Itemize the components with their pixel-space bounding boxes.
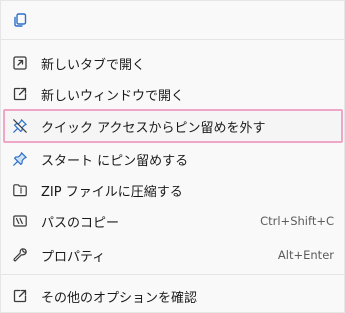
menu-item-label: クイック アクセスからピン留めを外す xyxy=(41,120,266,136)
menu-item-label: プロパティ xyxy=(41,249,106,265)
menu-item-more-options[interactable]: その他のオプションを確認 xyxy=(5,281,342,311)
menu-item-shortcut: Alt+Enter xyxy=(277,248,334,262)
menu-item-unpin-quick-access[interactable]: クイック アクセスからピン留めを外す xyxy=(3,109,343,143)
menu-item-properties[interactable]: プロパティ Alt+Enter xyxy=(5,240,342,270)
menu-item-compress-zip[interactable]: ZIP ファイルに圧縮する xyxy=(5,175,342,205)
pin-icon xyxy=(11,150,29,168)
menu-item-label: その他のオプションを確認 xyxy=(41,290,198,306)
context-menu: 新しいタブで開く 新しいウィンドウで開く クイック アクセスからピン留めを外す xyxy=(0,0,345,313)
wrench-icon xyxy=(11,246,29,264)
menu-item-label: 新しいウィンドウで開く xyxy=(41,88,185,104)
more-options-icon xyxy=(11,287,29,305)
menu-item-label: パスのコピー xyxy=(41,215,120,231)
menu-item-pin-to-start[interactable]: スタート にピン留めする xyxy=(5,144,342,174)
copy-path-icon xyxy=(11,212,29,230)
menu-item-copy-path[interactable]: パスのコピー Ctrl+Shift+C xyxy=(5,206,342,236)
copy-icon[interactable] xyxy=(11,11,29,29)
menu-item-label: スタート にピン留めする xyxy=(41,153,189,169)
menu-item-label: 新しいタブで開く xyxy=(41,57,146,73)
open-in-new-tab-icon xyxy=(11,54,29,72)
top-divider xyxy=(1,39,345,40)
menu-item-shortcut: Ctrl+Shift+C xyxy=(260,214,334,228)
menu-item-open-new-window[interactable]: 新しいウィンドウで開く xyxy=(5,79,342,109)
menu-item-open-new-tab[interactable]: 新しいタブで開く xyxy=(5,48,342,78)
context-menu-top-bar xyxy=(1,1,345,37)
unpin-icon xyxy=(11,117,29,135)
zip-folder-icon xyxy=(11,181,29,199)
bottom-divider xyxy=(1,274,345,275)
menu-item-label: ZIP ファイルに圧縮する xyxy=(41,184,183,200)
open-in-new-window-icon xyxy=(11,85,29,103)
